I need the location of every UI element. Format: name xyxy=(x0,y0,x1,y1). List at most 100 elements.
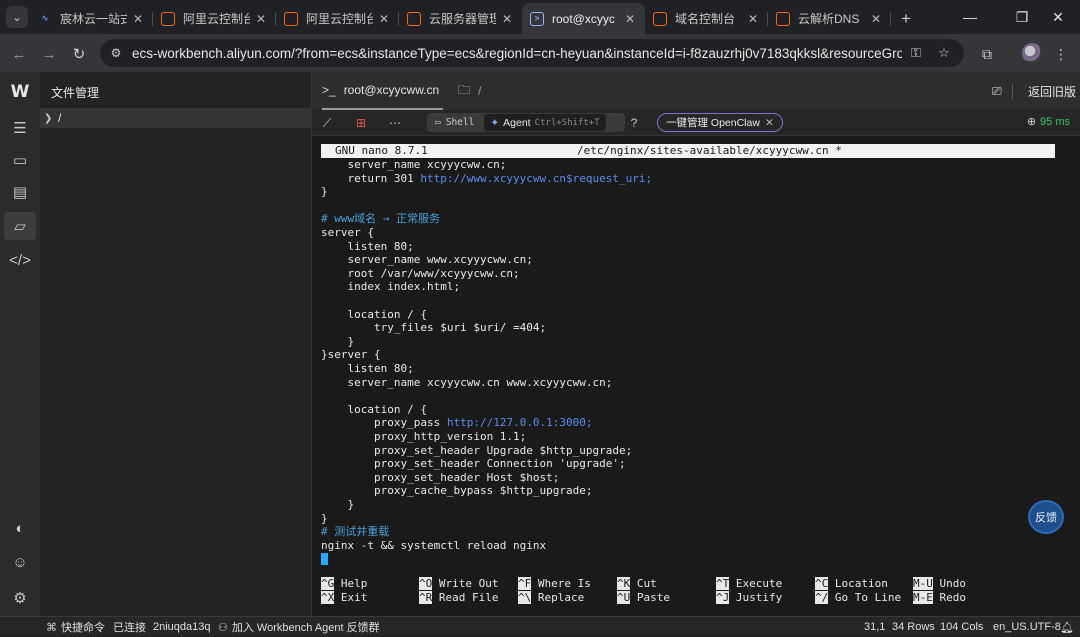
chart-icon[interactable]: ⟋ xyxy=(318,114,336,132)
nano-shortcut[interactable]: M-E Redo xyxy=(913,591,966,605)
browser-tab[interactable]: 云解析DNS ✕ xyxy=(768,3,891,34)
nano-shortcut[interactable]: ^X Exit xyxy=(321,591,367,605)
browser-tab[interactable]: 阿里云控制台 ✕ xyxy=(153,3,276,34)
settings-icon[interactable]: ⚙ xyxy=(4,584,36,612)
forward-arrow-icon[interactable]: → xyxy=(38,43,60,65)
new-tab-button[interactable]: + xyxy=(891,3,921,34)
mode-agent-button[interactable]: ✦ Agent Ctrl+Shift+T xyxy=(484,114,606,131)
latency-indicator: ⊕ 95 ms xyxy=(1027,115,1070,129)
window-minimize-button[interactable]: — xyxy=(948,0,992,34)
command-icon: ⌘ xyxy=(46,621,57,634)
tab-close-icon[interactable]: ✕ xyxy=(623,12,637,26)
address-url[interactable]: ecs-workbench.aliyun.com/?from=ecs&insta… xyxy=(132,46,902,61)
theme-icon[interactable]: ◐ xyxy=(4,514,36,542)
terminal-screen[interactable]: GNU nano 8.7.1 /etc/nginx/sites-availabl… xyxy=(312,136,1080,616)
bookmark-star-icon[interactable]: ☆ xyxy=(934,43,954,63)
nano-shortcut[interactable]: ^R Read File xyxy=(419,591,498,605)
quick-command-button[interactable]: ⌘ 快捷命令 xyxy=(46,617,105,637)
join-group-link[interactable]: ⚇ 加入 Workbench Agent 反馈群 xyxy=(218,617,380,637)
close-icon[interactable]: ✕ xyxy=(765,117,774,129)
nano-shortcut[interactable]: ^/ Go To Line xyxy=(815,591,901,605)
aliyun-icon xyxy=(776,11,790,26)
browser-tab[interactable]: ∿ 宸林云一站式 ✕ xyxy=(30,3,153,34)
tab-files[interactable]: 🗀 / xyxy=(458,72,481,110)
browser-tab[interactable]: 域名控制台 ✕ xyxy=(645,3,768,34)
code-line: proxy_pass http://127.0.0.1:3000; xyxy=(321,416,593,430)
code-icon[interactable]: </> xyxy=(4,246,36,274)
user-icon[interactable]: ☺ xyxy=(4,548,36,576)
nano-shortcut[interactable]: ^K Cut xyxy=(617,577,657,591)
back-to-old-version-link[interactable]: 返回旧版 xyxy=(1028,72,1076,110)
tab-close-icon[interactable]: ✕ xyxy=(746,12,760,26)
openclaw-pill[interactable]: 一键管理 OpenClaw ✕ xyxy=(657,113,783,132)
nano-title-bar: GNU nano 8.7.1 /etc/nginx/sites-availabl… xyxy=(321,144,1055,158)
text-cursor xyxy=(321,553,328,566)
menu-icon[interactable]: ☰ xyxy=(4,114,36,142)
nano-shortcut-label: Replace xyxy=(537,591,585,604)
code-line: # 测试并重载 xyxy=(321,525,389,539)
browser-tabs: ∿ 宸林云一站式 ✕ 阿里云控制台 ✕ 阿里云控制台 ✕ 云服务器管理 ✕ > root@xcyyc… xyxy=(30,3,921,34)
browser-tab[interactable]: 阿里云控制台 ✕ xyxy=(276,3,399,34)
tab-close-icon[interactable]: ✕ xyxy=(500,12,514,26)
notification-bell-icon[interactable]: 🔔︎ xyxy=(1060,617,1074,637)
more-options-icon[interactable]: ⋯ xyxy=(386,114,404,132)
terminal-tab-bar: >_ root@xcyycww.cn 🗀 / ⎚ 返回旧版 xyxy=(312,72,1080,110)
instances-icon[interactable]: ▤ xyxy=(4,178,36,206)
nano-shortcut-label: Undo xyxy=(939,577,967,590)
tab-search-button[interactable]: ⌄ xyxy=(6,6,28,28)
password-key-icon[interactable]: ⚿ xyxy=(906,43,926,63)
extensions-icon[interactable]: ⧉ xyxy=(976,43,998,65)
code-text: root /var/www/xcyyycww.cn; xyxy=(321,266,520,280)
monitor-icon[interactable]: ⎚ xyxy=(992,72,1002,110)
nano-shortcut[interactable]: ^\ Replace xyxy=(518,591,584,605)
mode-switch: ▭ Shell ✦ Agent Ctrl+Shift+T xyxy=(427,113,625,132)
chevron-right-icon[interactable]: ❯ xyxy=(44,113,54,124)
tab-terminal-session[interactable]: >_ root@xcyycww.cn xyxy=(322,72,444,110)
nano-shortcut-key: M-U xyxy=(913,577,933,590)
code-text: server_name xcyyycww.cn; xyxy=(321,158,507,171)
browser-tab[interactable]: 云服务器管理 ✕ xyxy=(399,3,522,34)
tab-close-icon[interactable]: ✕ xyxy=(254,12,268,26)
code-text: proxy_cache_bypass $http_upgrade; xyxy=(321,484,593,498)
nano-shortcut[interactable]: ^O Write Out xyxy=(419,577,498,591)
nano-shortcut-key: ^G xyxy=(321,577,335,590)
record-icon[interactable]: ⊞ xyxy=(352,114,370,132)
address-bar[interactable]: ⚙ ecs-workbench.aliyun.com/?from=ecs&ins… xyxy=(100,39,964,67)
connection-status: 已连接 xyxy=(113,622,146,634)
code-line: }server { xyxy=(321,348,381,362)
join-group-label: 加入 Workbench Agent 反馈群 xyxy=(231,622,380,634)
profile-avatar[interactable] xyxy=(1022,43,1042,63)
nano-shortcut[interactable]: ^C Location xyxy=(815,577,888,591)
nano-shortcut-label: Location xyxy=(834,577,888,590)
nano-filename: /etc/nginx/sites-available/xcyyycww.cn * xyxy=(577,144,842,157)
nano-shortcut[interactable]: ^F Where Is xyxy=(518,577,591,591)
code-line: server_name xcyyycww.cn www.xcyyycww.cn; xyxy=(321,376,612,390)
tab-close-icon[interactable]: ✕ xyxy=(377,12,391,26)
help-icon[interactable]: ? xyxy=(625,114,643,132)
nano-shortcut[interactable]: ^T Execute xyxy=(716,577,782,591)
terminal-icon[interactable]: ▭ xyxy=(4,146,36,174)
folder-icon[interactable]: ▱ xyxy=(4,212,36,240)
feedback-button[interactable]: 反馈 xyxy=(1028,500,1064,534)
browser-tab[interactable]: > root@xcyyc ✕ xyxy=(522,3,645,34)
reload-icon[interactable]: ↻ xyxy=(68,43,90,65)
code-text: location / { xyxy=(321,402,427,416)
site-settings-icon[interactable]: ⚙ xyxy=(106,43,126,63)
code-text: index index.html; xyxy=(321,280,461,294)
nano-shortcut[interactable]: ^U Paste xyxy=(617,591,670,605)
nano-shortcut[interactable]: ^J Justify xyxy=(716,591,782,605)
more-menu-icon[interactable]: ⋮ xyxy=(1050,43,1072,65)
back-arrow-icon[interactable]: ← xyxy=(8,43,30,65)
file-tree-root[interactable]: ❯ / xyxy=(40,108,311,128)
nano-version: GNU nano 8.7.1 xyxy=(335,144,428,157)
browser-tab-label: 云解析DNS xyxy=(798,12,860,26)
code-line: proxy_set_header Upgrade $http_upgrade; xyxy=(321,444,632,458)
code-line: proxy_set_header Host $host; xyxy=(321,471,559,485)
mode-shell-button[interactable]: ▭ Shell xyxy=(427,113,482,132)
tab-close-icon[interactable]: ✕ xyxy=(869,12,883,26)
tab-close-icon[interactable]: ✕ xyxy=(131,12,145,26)
nano-shortcut[interactable]: ^G Help xyxy=(321,577,367,591)
nano-shortcut[interactable]: M-U Undo xyxy=(913,577,966,591)
window-close-button[interactable]: ✕ xyxy=(1036,0,1080,34)
code-line: server { xyxy=(321,226,374,240)
